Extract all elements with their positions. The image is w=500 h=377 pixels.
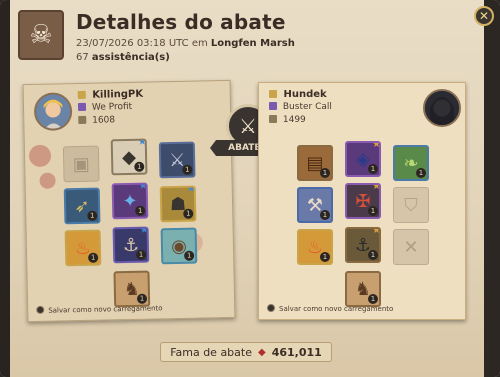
shoes-slot-item[interactable]: ⚓ ★ 1	[345, 227, 381, 263]
armor-slot-item[interactable]: ✠ ★ 1	[345, 183, 381, 219]
victim-item-power: 1499	[269, 115, 306, 125]
victim-save-loadout[interactable]: Salvar como novo carregamento	[267, 304, 393, 313]
empty-bag-slot: ▣	[62, 145, 100, 183]
empty-off-hand-slot: ⛉	[393, 187, 429, 223]
save-icon	[267, 304, 275, 312]
fame-gem-icon: ◆	[258, 346, 266, 358]
save-icon	[36, 305, 45, 314]
bag-slot-item[interactable]: ▤ 1	[297, 145, 333, 181]
shoes-slot-item[interactable]: ⚓ ★ 1	[112, 226, 150, 264]
killer-avatar	[33, 92, 73, 131]
killer-guild[interactable]: We Profit	[77, 102, 132, 113]
victim-guild[interactable]: Buster Call	[269, 102, 332, 112]
skull-crossbones-icon: ☠	[18, 10, 64, 60]
item-power-icon	[78, 115, 87, 125]
killer-panel: KillingPK We Profit 1608 ▣ ◆ ★ 1 ⚔ 1 ➶ 1 ✦ ★ 1…	[22, 79, 236, 323]
left-edge	[0, 0, 10, 377]
kill-location: Longfen Marsh	[210, 38, 295, 49]
head-slot-item[interactable]: ◆ ★ 1	[110, 138, 148, 176]
player-icon	[269, 90, 277, 98]
cape-slot-item[interactable]: ❧ 1	[393, 145, 429, 181]
guild-icon	[77, 102, 87, 112]
main-hand-slot-item[interactable]: ➶ 1	[63, 187, 101, 225]
assists-label: assistência(s)	[91, 52, 170, 63]
killer-save-loadout[interactable]: Salvar como novo carregamento	[36, 303, 163, 315]
player-icon	[77, 90, 86, 100]
cape-slot-item[interactable]: ⚔ 1	[158, 141, 196, 179]
right-edge	[484, 0, 500, 377]
kill-datetime: 23/07/2026 03:18 UTC em	[76, 38, 208, 49]
head-slot-item[interactable]: ◈ ★ 1	[345, 141, 381, 177]
fame-value: 461,011	[271, 345, 322, 359]
killer-name[interactable]: KillingPK	[77, 89, 143, 101]
close-button[interactable]: ✕	[474, 6, 494, 26]
guild-icon	[269, 102, 277, 110]
page-title: Detalhes do abate	[76, 10, 286, 34]
main-hand-slot-item[interactable]: ⚒ 1	[297, 187, 333, 223]
off-hand-slot-item[interactable]: ☗ ★ 1	[159, 185, 197, 223]
food-slot-item[interactable]: ◉ 1	[160, 227, 198, 265]
assists-count: 67	[76, 52, 89, 63]
victim-name[interactable]: Hundek	[269, 89, 327, 100]
potion-slot-item[interactable]: ♨ 1	[297, 229, 333, 265]
armor-slot-item[interactable]: ✦ ★ 1	[111, 182, 149, 220]
kill-fame-bar: Fama de abate ◆ 461,011	[160, 342, 332, 362]
mount-slot-item[interactable]: ♞ 1	[113, 270, 151, 308]
victim-panel: Hundek Buster Call 1499 ▤ 1 ◈ ★ 1 ❧ 1 ⚒ 1 ✠ ★ 1…	[258, 82, 466, 320]
killer-item-power: 1608	[78, 115, 115, 126]
blood-stain	[28, 144, 52, 168]
kill-datetime-location: 23/07/2026 03:18 UTC em Longfen Marsh	[76, 38, 295, 49]
victim-avatar	[423, 89, 461, 127]
empty-food-slot: ✕	[393, 229, 429, 265]
kill-details-window: ☠ Detalhes do abate 23/07/2026 03:18 UTC…	[0, 0, 500, 377]
header: ☠ Detalhes do abate 23/07/2026 03:18 UTC…	[18, 10, 460, 80]
fame-label: Fama de abate	[170, 345, 252, 359]
item-power-icon	[269, 115, 277, 123]
blood-stain	[39, 172, 56, 189]
mount-slot-item[interactable]: ♞ 1	[345, 271, 381, 307]
close-icon: ✕	[478, 9, 490, 23]
potion-slot-item[interactable]: ♨ 1	[64, 229, 102, 267]
assists-line: 67 assistência(s)	[76, 52, 170, 63]
